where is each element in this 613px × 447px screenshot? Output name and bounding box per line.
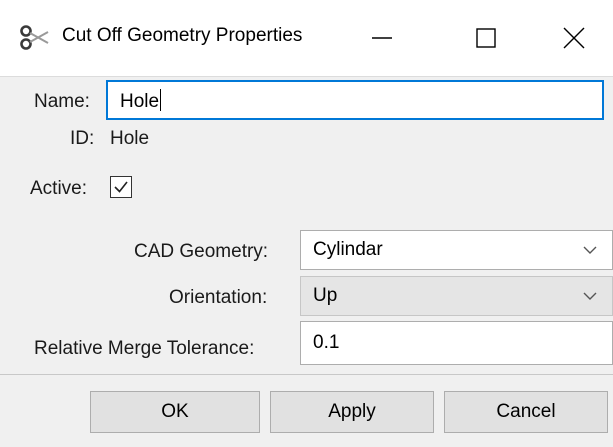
cancel-button[interactable]: Cancel	[444, 391, 608, 433]
cad-geometry-select[interactable]: Cylindar	[300, 230, 613, 270]
maximize-button[interactable]	[464, 16, 508, 60]
merge-tolerance-label: Relative Merge Tolerance:	[34, 338, 255, 359]
chevron-down-icon	[583, 292, 597, 300]
orientation-value: Up	[313, 285, 338, 306]
active-checkbox[interactable]	[110, 176, 132, 198]
orientation-select[interactable]: Up	[300, 276, 613, 316]
cad-geometry-value: Cylindar	[313, 239, 383, 260]
minimize-icon	[372, 37, 392, 39]
window-title: Cut Off Geometry Properties	[62, 25, 303, 46]
orientation-label: Orientation:	[169, 287, 268, 308]
merge-tolerance-value: 0.1	[313, 332, 340, 353]
cad-geometry-label: CAD Geometry:	[134, 241, 269, 262]
minimize-button[interactable]	[360, 16, 404, 60]
text-caret	[160, 89, 162, 111]
divider	[0, 374, 613, 375]
name-field[interactable]: Hole	[106, 80, 604, 120]
scissors-icon	[20, 24, 50, 52]
title-bar[interactable]: Cut Off Geometry Properties	[0, 0, 613, 77]
properties-dialog: Cut Off Geometry Properties Name: Hole I…	[0, 0, 613, 447]
close-button[interactable]	[552, 16, 596, 60]
merge-tolerance-field[interactable]: 0.1	[300, 321, 613, 365]
name-value: Hole	[120, 91, 160, 112]
id-label: ID:	[70, 128, 95, 149]
active-label: Active:	[30, 178, 88, 199]
apply-button[interactable]: Apply	[270, 391, 434, 433]
close-icon	[563, 27, 585, 49]
chevron-down-icon	[583, 246, 597, 254]
ok-button[interactable]: OK	[90, 391, 260, 433]
name-label: Name:	[34, 91, 90, 112]
checkmark-icon	[114, 181, 128, 193]
maximize-icon	[476, 28, 496, 48]
id-value: Hole	[110, 128, 150, 149]
